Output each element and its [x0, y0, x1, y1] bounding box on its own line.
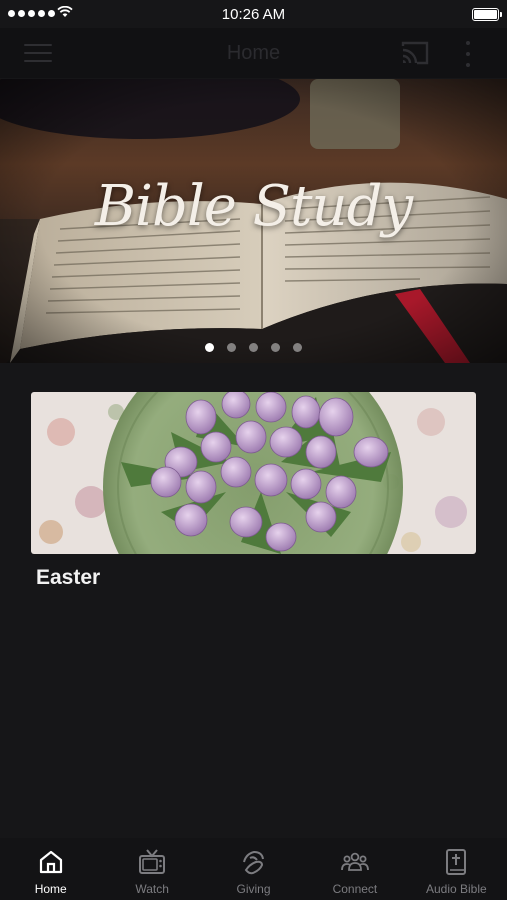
carousel-dot[interactable] — [271, 343, 280, 352]
more-options-icon[interactable] — [460, 40, 476, 68]
hero-title: Bible Study — [94, 174, 413, 239]
battery-icon — [472, 8, 502, 21]
carousel-dot[interactable] — [293, 343, 302, 352]
group-icon — [341, 852, 369, 871]
tab-connect-label: Connect — [332, 882, 378, 896]
tab-watch-label: Watch — [135, 882, 169, 896]
carousel-dot[interactable] — [205, 343, 214, 352]
tulips-image — [31, 392, 476, 554]
carousel-dot[interactable] — [249, 343, 258, 352]
hamburger-menu-icon[interactable] — [24, 42, 54, 64]
status-bar: 10:26 AM — [0, 0, 507, 28]
cast-icon[interactable] — [400, 40, 430, 66]
tab-connect[interactable]: Connect — [304, 838, 405, 900]
carousel-indicator — [0, 343, 507, 352]
tab-watch[interactable]: Watch — [101, 838, 202, 900]
tab-audio-bible-label: Audio Bible — [425, 882, 487, 896]
easter-card-title[interactable]: Easter — [36, 566, 100, 590]
tab-giving[interactable]: Giving — [203, 838, 304, 900]
bible-icon — [446, 849, 467, 875]
carousel-dot[interactable] — [227, 343, 236, 352]
tab-giving-label: Giving — [236, 882, 271, 896]
page-title: Home — [226, 42, 281, 64]
bottom-tab-bar: Home Watch Giving Connect Audio Bible — [0, 838, 507, 900]
giving-hand-icon — [242, 850, 264, 875]
tab-audio-bible[interactable]: Audio Bible — [406, 838, 507, 900]
home-icon — [39, 850, 62, 874]
tab-home[interactable]: Home — [0, 838, 101, 900]
tv-icon — [139, 849, 166, 874]
tab-home-label: Home — [34, 882, 67, 896]
top-navigation-bar: Home — [0, 28, 507, 78]
easter-card-image[interactable] — [31, 392, 476, 554]
status-time: 10:26 AM — [221, 6, 286, 23]
hero-carousel[interactable]: Bible Study — [0, 79, 507, 363]
